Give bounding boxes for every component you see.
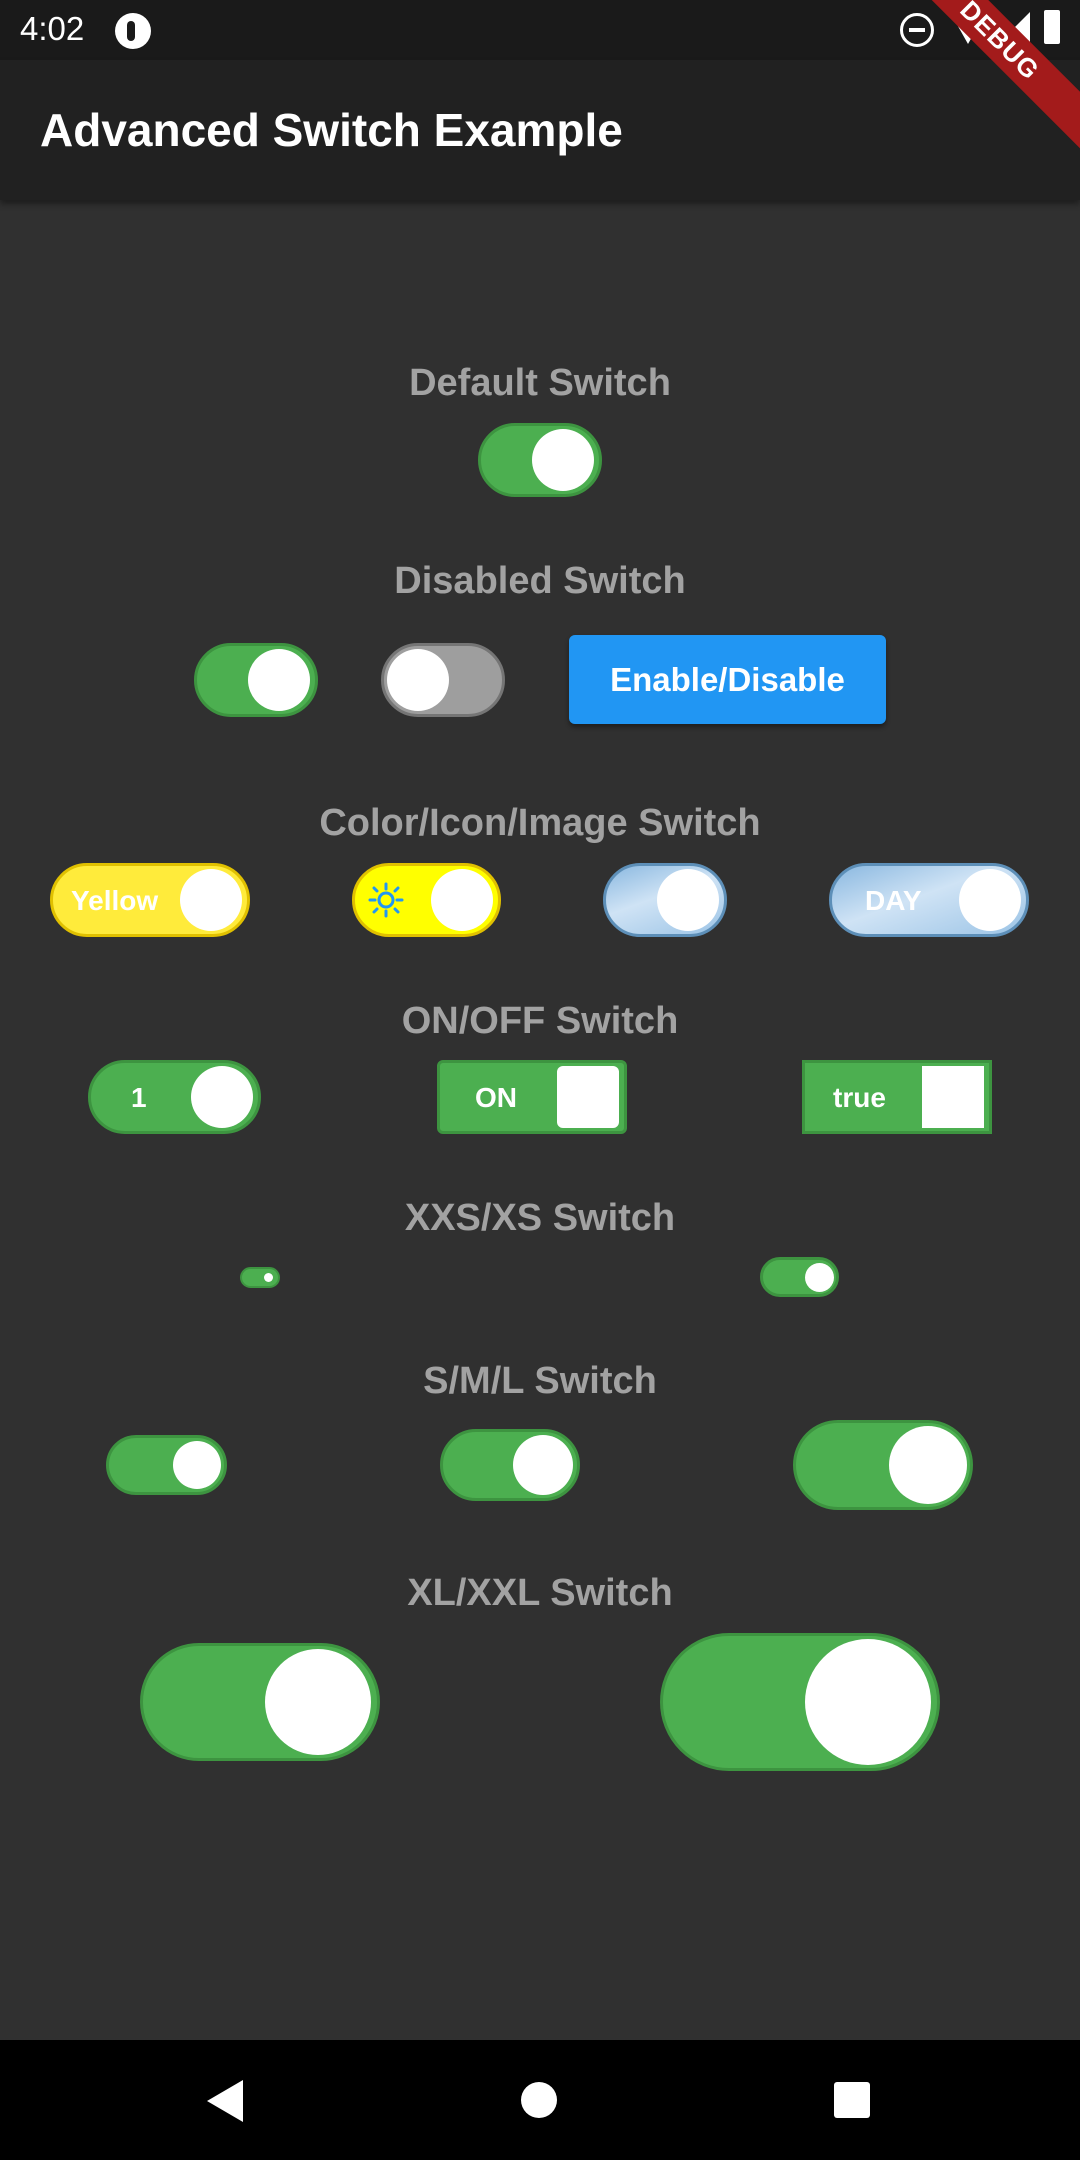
enable-disable-button[interactable]: Enable/Disable bbox=[569, 635, 886, 724]
large-switch[interactable] bbox=[793, 1420, 973, 1510]
status-bar: 4:02 bbox=[0, 0, 1080, 60]
on-off-switch-flat[interactable]: true bbox=[802, 1060, 992, 1134]
do-not-disturb-icon bbox=[900, 13, 934, 47]
switch-knob bbox=[532, 429, 594, 491]
switch-knob bbox=[387, 649, 449, 711]
xxs-switch[interactable] bbox=[240, 1267, 280, 1288]
switch-knob bbox=[922, 1066, 984, 1128]
switch-knob bbox=[889, 1426, 967, 1504]
navigation-bar bbox=[0, 2040, 1080, 2160]
app-notification-icon bbox=[115, 13, 151, 49]
switch-label: ON bbox=[475, 1082, 517, 1113]
switch-label: true bbox=[833, 1082, 886, 1113]
switch-knob bbox=[265, 1649, 371, 1755]
section-title-sml: S/M/L Switch bbox=[423, 1360, 657, 1402]
app-bar: Advanced Switch Example bbox=[0, 60, 1080, 200]
switch-knob bbox=[657, 869, 719, 931]
on-off-switch-rounded[interactable]: 1 bbox=[88, 1060, 261, 1134]
medium-switch[interactable] bbox=[440, 1429, 580, 1501]
on-off-switch-square[interactable]: ON bbox=[437, 1060, 627, 1134]
section-title-disabled: Disabled Switch bbox=[394, 560, 686, 602]
switch-knob bbox=[513, 1435, 573, 1495]
xxl-switch[interactable] bbox=[660, 1633, 940, 1771]
disabled-demo-switch-off[interactable] bbox=[381, 643, 505, 717]
switch-knob bbox=[173, 1441, 221, 1489]
page-title: Advanced Switch Example bbox=[40, 104, 623, 156]
switch-knob bbox=[180, 869, 242, 931]
section-title-on-off: ON/OFF Switch bbox=[401, 1000, 679, 1042]
day-image-switch[interactable]: DAY bbox=[829, 863, 1029, 937]
switch-knob bbox=[431, 869, 493, 931]
switch-label: 1 bbox=[131, 1082, 147, 1113]
switch-knob bbox=[557, 1066, 619, 1128]
switch-knob bbox=[191, 1066, 253, 1128]
disabled-demo-switch-on[interactable] bbox=[194, 643, 318, 717]
image-switch[interactable] bbox=[603, 863, 727, 937]
battery-icon bbox=[1044, 10, 1060, 44]
xl-switch[interactable] bbox=[140, 1643, 380, 1761]
switch-label: Yellow bbox=[71, 885, 159, 916]
sun-icon bbox=[368, 882, 404, 918]
default-switch[interactable] bbox=[478, 423, 602, 497]
switch-knob bbox=[248, 649, 310, 711]
section-title-default: Default Switch bbox=[409, 362, 671, 404]
switch-knob bbox=[959, 869, 1021, 931]
section-title-xl-xxl: XL/XXL Switch bbox=[407, 1572, 673, 1614]
switch-knob bbox=[264, 1273, 273, 1282]
recents-icon[interactable] bbox=[834, 2082, 870, 2118]
yellow-switch[interactable]: Yellow bbox=[50, 863, 250, 937]
small-switch[interactable] bbox=[106, 1435, 227, 1495]
home-icon[interactable] bbox=[521, 2082, 557, 2118]
section-title-color-icon-image: Color/Icon/Image Switch bbox=[319, 802, 761, 844]
switch-label: DAY bbox=[865, 885, 922, 916]
status-time: 4:02 bbox=[20, 10, 85, 47]
section-title-xxs-xs: XXS/XS Switch bbox=[404, 1197, 676, 1239]
switch-knob bbox=[805, 1263, 834, 1292]
back-icon[interactable] bbox=[207, 2080, 243, 2122]
switch-knob bbox=[805, 1639, 931, 1765]
xs-switch[interactable] bbox=[760, 1257, 839, 1297]
